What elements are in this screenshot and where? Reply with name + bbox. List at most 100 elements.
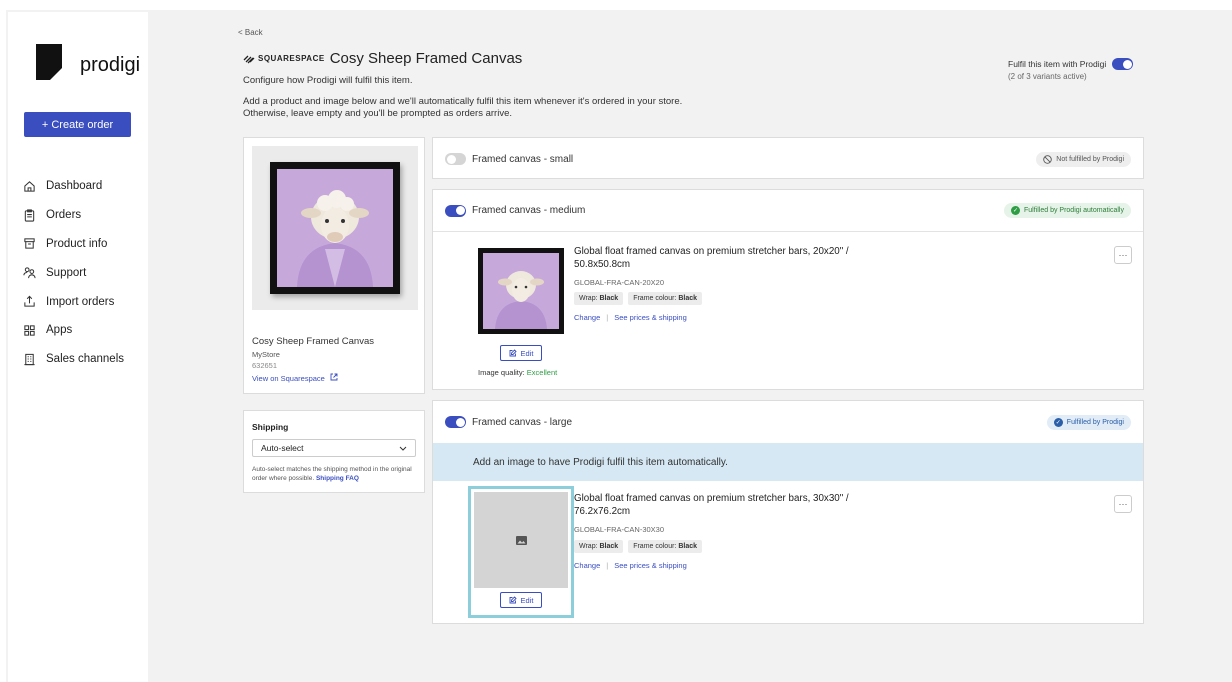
chip-label: Wrap: [579,295,598,302]
item-links: Change | See prices & shipping [574,313,687,322]
product-card: Cosy Sheep Framed Canvas MyStore 632651 … [243,137,425,394]
sidebar-item-label: Apps [46,324,73,337]
link-separator: | [606,561,609,570]
page-description: Add a product and image below and we'll … [243,96,682,120]
upload-icon [22,295,36,309]
variant-card-small: Framed canvas - small Not fulfilled by P… [432,137,1144,179]
chip-value: Black [678,543,698,550]
building-icon [22,352,36,366]
sheep-artwork [277,169,393,287]
wrap-chip: Wrap: Black [574,292,624,305]
description-line: Add a product and image below and we'll … [243,96,683,107]
variant-toggle[interactable] [445,153,466,165]
image-quality-label: Image quality: [478,368,525,377]
edit-icon [509,349,517,357]
item-sku: GLOBAL-FRA-CAN-30X30 [574,525,665,534]
shipping-selected-value: Auto-select [261,443,304,453]
image-quality-value: Excellent [526,368,558,377]
fulfil-with-prodigi: Fulfil this item with Prodigi (2 of 3 va… [1008,58,1134,81]
image-placeholder-highlight[interactable]: Edit [468,486,574,618]
link-separator: | [606,313,609,322]
sidebar-nav: Dashboard Orders Product info Support Im… [22,172,124,374]
clipboard-icon [22,208,36,222]
check-icon: ✓ [1053,417,1063,427]
prodigi-logo-mark [36,44,62,80]
squarespace-logo: SQUARESPACE [243,54,325,64]
variant-toggle[interactable] [445,416,466,428]
page-title-row: SQUARESPACE Cosy Sheep Framed Canvas [243,50,522,67]
sidebar-item-orders[interactable]: Orders [22,201,124,230]
sidebar-item-label: Support [46,266,87,279]
change-link[interactable]: Change [574,313,600,322]
sidebar-item-label: Sales channels [46,353,124,366]
edit-image-button[interactable]: Edit [500,345,542,361]
sidebar-item-apps[interactable]: Apps [22,316,124,345]
sidebar-item-import-orders[interactable]: Import orders [22,287,124,316]
sidebar-item-label: Import orders [46,295,115,308]
product-image-container [252,146,418,310]
sidebar: prodigi + Create order Dashboard Orders … [8,12,148,682]
create-order-button[interactable]: + Create order [24,112,131,137]
link-label: View on Squarespace [252,374,325,383]
image-placeholder[interactable] [474,492,568,588]
change-link[interactable]: Change [574,561,600,570]
back-link[interactable]: < Back [238,28,263,37]
edit-label: Edit [520,348,534,358]
description-line: Otherwise, leave empty and you'll be pro… [243,108,512,119]
status-badge-label: Fulfilled by Prodigi [1066,418,1124,426]
chevron-down-icon [399,446,407,451]
add-image-info-bar: Add an image to have Prodigi fulfil this… [433,443,1143,481]
image-quality: Image quality: Excellent [478,368,557,377]
sidebar-item-product-info[interactable]: Product info [22,230,124,259]
item-thumbnail[interactable] [478,248,564,334]
status-badge-label: Fulfilled by Prodigi automatically [1024,207,1124,214]
item-links: Change | See prices & shipping [574,561,687,570]
shipping-note: Auto-select matches the shipping method … [252,465,420,483]
shipping-method-select[interactable]: Auto-select [252,439,416,457]
page-title: Cosy Sheep Framed Canvas [329,50,523,67]
chip-label: Frame colour: [633,543,677,550]
variant-card-large: Framed canvas - large ✓ Fulfilled by Pro… [432,400,1144,624]
view-on-squarespace-link[interactable]: View on Squarespace [252,373,338,383]
more-options-button[interactable]: ··· [1114,246,1132,264]
item-attributes: Wrap: Black Frame colour: Black [574,540,707,553]
prices-shipping-link[interactable]: See prices & shipping [614,313,687,322]
fulfil-toggle-switch[interactable] [1112,58,1134,70]
variant-header: Framed canvas - medium ✓ Fulfilled by Pr… [433,190,1143,232]
platform-name: SQUARESPACE [258,54,325,63]
sidebar-item-dashboard[interactable]: Dashboard [22,172,124,201]
variant-card-medium: Framed canvas - medium ✓ Fulfilled by Pr… [432,189,1144,390]
item-title-line: Global float framed canvas on premium st… [574,493,849,504]
block-icon [1043,154,1053,164]
shipping-title: Shipping [252,422,289,432]
page-subtitle: Configure how Prodigi will fulfil this i… [243,75,413,86]
prices-shipping-link[interactable]: See prices & shipping [614,561,687,570]
sidebar-item-sales-channels[interactable]: Sales channels [22,345,124,374]
edit-icon [509,596,517,604]
sidebar-item-label: Dashboard [46,180,103,193]
squarespace-icon [243,55,255,63]
frame-colour-chip: Frame colour: Black [628,540,703,553]
item-title-line: 76.2x76.2cm [574,505,631,517]
chip-label: Wrap: [579,543,598,550]
sidebar-item-support[interactable]: Support [22,258,124,287]
more-options-button[interactable]: ··· [1114,495,1132,513]
users-icon [22,266,36,280]
item-title: Global float framed canvas on premium st… [574,493,849,518]
prodigi-logo[interactable]: prodigi [36,44,140,80]
wrap-chip: Wrap: Black [574,540,624,553]
variant-header: Framed canvas - large ✓ Fulfilled by Pro… [433,401,1143,443]
shipping-faq-link[interactable]: Shipping FAQ [316,475,359,482]
home-icon [22,179,36,193]
box-icon [22,237,36,251]
item-title: Global float framed canvas on premium st… [574,246,849,271]
chip-value: Black [599,543,619,550]
fulfil-toggle-label: Fulfil this item with Prodigi [1008,59,1107,69]
variant-toggle[interactable] [445,204,466,217]
image-icon [515,535,527,545]
status-badge: ✓ Fulfilled by Prodigi [1046,414,1131,430]
check-icon: ✓ [1011,206,1020,215]
sheep-illustration [277,169,393,287]
edit-image-button[interactable]: Edit [500,592,542,608]
status-badge: ✓ Fulfilled by Prodigi automatically [1004,203,1131,218]
